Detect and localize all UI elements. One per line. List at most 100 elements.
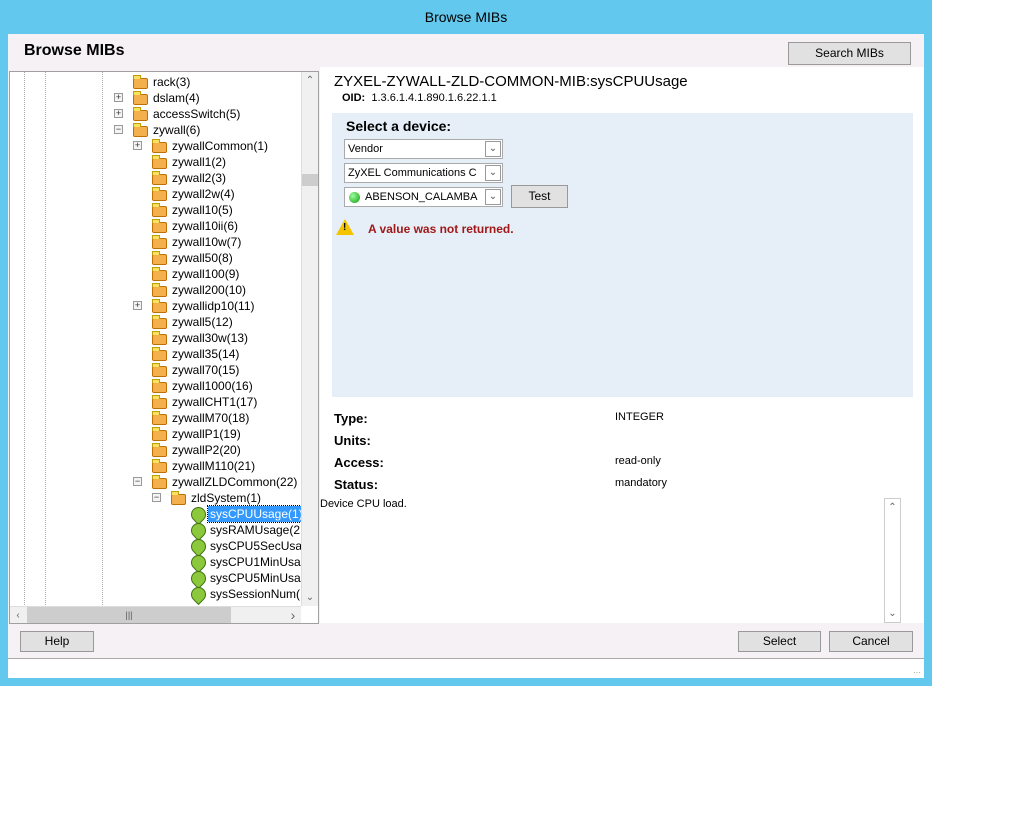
tree-item[interactable]: sysCPU5MinUsa: [10, 567, 303, 590]
tree-item-label[interactable]: sysCPU5MinUsa: [208, 570, 303, 586]
tree-item[interactable]: zywall10w(7): [10, 234, 300, 250]
tree-item-label[interactable]: zywall35(14): [170, 346, 241, 362]
tree-item-label[interactable]: zywall200(10): [170, 282, 248, 298]
scroll-down-icon[interactable]: ⌄: [885, 605, 900, 622]
scroll-right-icon[interactable]: ›: [285, 607, 301, 623]
expand-icon[interactable]: +: [114, 109, 123, 118]
tree-item-label[interactable]: zywall5(12): [170, 314, 235, 330]
tree-item[interactable]: sysCPU5SecUsa: [10, 535, 302, 558]
expand-icon[interactable]: +: [133, 141, 142, 150]
tree-item[interactable]: zywall5(12): [10, 314, 300, 330]
tree-item[interactable]: zywall200(10): [10, 282, 300, 298]
expand-icon[interactable]: +: [114, 93, 123, 102]
chevron-down-icon[interactable]: ⌄: [485, 141, 501, 157]
scroll-thumb[interactable]: [302, 174, 318, 186]
tree-item[interactable]: zywall1(2): [10, 154, 300, 170]
tree-item[interactable]: zywallCHT1(17): [10, 394, 300, 410]
description-text[interactable]: Device CPU load.: [320, 497, 902, 623]
tree-item-label[interactable]: zywallidp10(11): [170, 298, 256, 314]
tree-item[interactable]: sysCPUUsage(1): [10, 503, 306, 526]
tree-item-label[interactable]: zywall2w(4): [170, 186, 237, 202]
tree-item[interactable]: + accessSwitch(5): [10, 106, 300, 122]
tree-item[interactable]: zywallP2(20): [10, 442, 300, 458]
tree-item[interactable]: zywall2(3): [10, 170, 300, 186]
select-button[interactable]: Select: [738, 631, 821, 652]
tree-item-label[interactable]: sysSessionNum(: [208, 586, 302, 602]
tree-item[interactable]: + zywallidp10(11): [10, 298, 300, 314]
chevron-down-icon[interactable]: ⌄: [485, 189, 501, 205]
tree-item-label[interactable]: rack(3): [151, 74, 192, 90]
tree-item-label[interactable]: zldSystem(1): [189, 490, 263, 506]
tree-item-label[interactable]: sysCPU1MinUsa: [208, 554, 303, 570]
tree-item[interactable]: zywallM110(21): [10, 458, 300, 474]
tree-item-label[interactable]: zywall70(15): [170, 362, 241, 378]
tree-item-label[interactable]: zywallM110(21): [170, 458, 257, 474]
tree-item-label[interactable]: zywall10w(7): [170, 234, 243, 250]
description-scrollbar[interactable]: ⌃ ⌄: [884, 498, 901, 623]
tree-vertical-scrollbar[interactable]: ⌃ ⌄: [301, 72, 318, 606]
mib-tree[interactable]: rack(3) + dslam(4) + accessSwitch(5) − zywall(…: [9, 71, 319, 624]
chevron-down-icon[interactable]: ⌄: [485, 165, 501, 181]
tree-item-label[interactable]: zywall10ii(6): [170, 218, 240, 234]
scroll-down-icon[interactable]: ⌄: [302, 589, 318, 606]
scroll-thumb-horizontal[interactable]: |||: [27, 607, 231, 623]
tree-item[interactable]: zywall70(15): [10, 362, 300, 378]
scroll-left-icon[interactable]: ‹: [10, 607, 26, 623]
tree-item[interactable]: sysRAMUsage(2: [10, 519, 302, 542]
tree-item[interactable]: zywall10(5): [10, 202, 300, 218]
tree-item[interactable]: zywall1000(16): [10, 378, 300, 394]
help-button[interactable]: Help: [20, 631, 94, 652]
collapse-icon[interactable]: −: [152, 493, 161, 502]
cancel-button[interactable]: Cancel: [829, 631, 913, 652]
expand-icon[interactable]: +: [133, 301, 142, 310]
tree-item-label[interactable]: zywall1(2): [170, 154, 228, 170]
scroll-up-icon[interactable]: ⌃: [302, 72, 318, 89]
tree-item[interactable]: + zywallCommon(1): [10, 138, 300, 154]
tree-item-label[interactable]: dslam(4): [151, 90, 202, 106]
tree-item[interactable]: zywall2w(4): [10, 186, 300, 202]
tree-item-label[interactable]: zywall50(8): [170, 250, 235, 266]
scroll-up-icon[interactable]: ⌃: [885, 499, 900, 516]
device-select[interactable]: ABENSON_CALAMBA ⌄: [344, 187, 503, 207]
tree-item[interactable]: sysSessionNum(: [10, 583, 302, 606]
collapse-icon[interactable]: −: [114, 125, 123, 134]
tree-item-label[interactable]: sysCPU5SecUsa: [208, 538, 304, 554]
tree-item[interactable]: zywall35(14): [10, 346, 300, 362]
search-mibs-button[interactable]: Search MIBs: [788, 42, 911, 65]
tree-item-label[interactable]: zywallM70(18): [170, 410, 251, 426]
tree-item-label[interactable]: zywall10(5): [170, 202, 235, 218]
tree-item[interactable]: zywall30w(13): [10, 330, 300, 346]
tree-item[interactable]: + dslam(4): [10, 90, 300, 106]
tree-item[interactable]: zywallP1(19): [10, 426, 300, 442]
folder-icon: [152, 475, 167, 489]
tree-item[interactable]: − zldSystem(1): [10, 490, 300, 506]
tree-item-label[interactable]: accessSwitch(5): [151, 106, 242, 122]
tree-item[interactable]: sysCPU1MinUsa: [10, 551, 303, 574]
tree-item-label[interactable]: sysCPUUsage(1): [207, 505, 306, 523]
tree-item[interactable]: zywallM70(18): [10, 410, 300, 426]
tree-item[interactable]: − zywall(6): [10, 122, 300, 138]
test-button[interactable]: Test: [511, 185, 568, 208]
tree-horizontal-scrollbar[interactable]: ‹ ||| ›: [10, 606, 301, 623]
tree-item[interactable]: zywall10ii(6): [10, 218, 300, 234]
vendor-select[interactable]: ZyXEL Communications C ⌄: [344, 163, 503, 183]
tree-item[interactable]: − zywallZLDCommon(22): [10, 474, 300, 490]
filter-type-select[interactable]: Vendor ⌄: [344, 139, 503, 159]
tree-item[interactable]: zywall50(8): [10, 250, 300, 266]
tree-item-label[interactable]: zywallCommon(1): [170, 138, 270, 154]
folder-icon: [152, 411, 167, 425]
tree-item-label[interactable]: zywall(6): [151, 122, 202, 138]
resize-grip-icon[interactable]: ⋯: [913, 668, 921, 677]
tree-item-label[interactable]: zywallZLDCommon(22): [170, 474, 299, 490]
tree-item-label[interactable]: zywallCHT1(17): [170, 394, 259, 410]
tree-item-label[interactable]: zywallP1(19): [170, 426, 243, 442]
tree-item-label[interactable]: zywall2(3): [170, 170, 228, 186]
tree-item-label[interactable]: zywallP2(20): [170, 442, 243, 458]
tree-item-label[interactable]: zywall1000(16): [170, 378, 255, 394]
tree-item-label[interactable]: sysRAMUsage(2: [208, 522, 302, 538]
collapse-icon[interactable]: −: [133, 477, 142, 486]
tree-item-label[interactable]: zywall30w(13): [170, 330, 250, 346]
tree-item[interactable]: zywall100(9): [10, 266, 300, 282]
tree-item-label[interactable]: zywall100(9): [170, 266, 241, 282]
tree-item[interactable]: rack(3): [10, 74, 300, 90]
